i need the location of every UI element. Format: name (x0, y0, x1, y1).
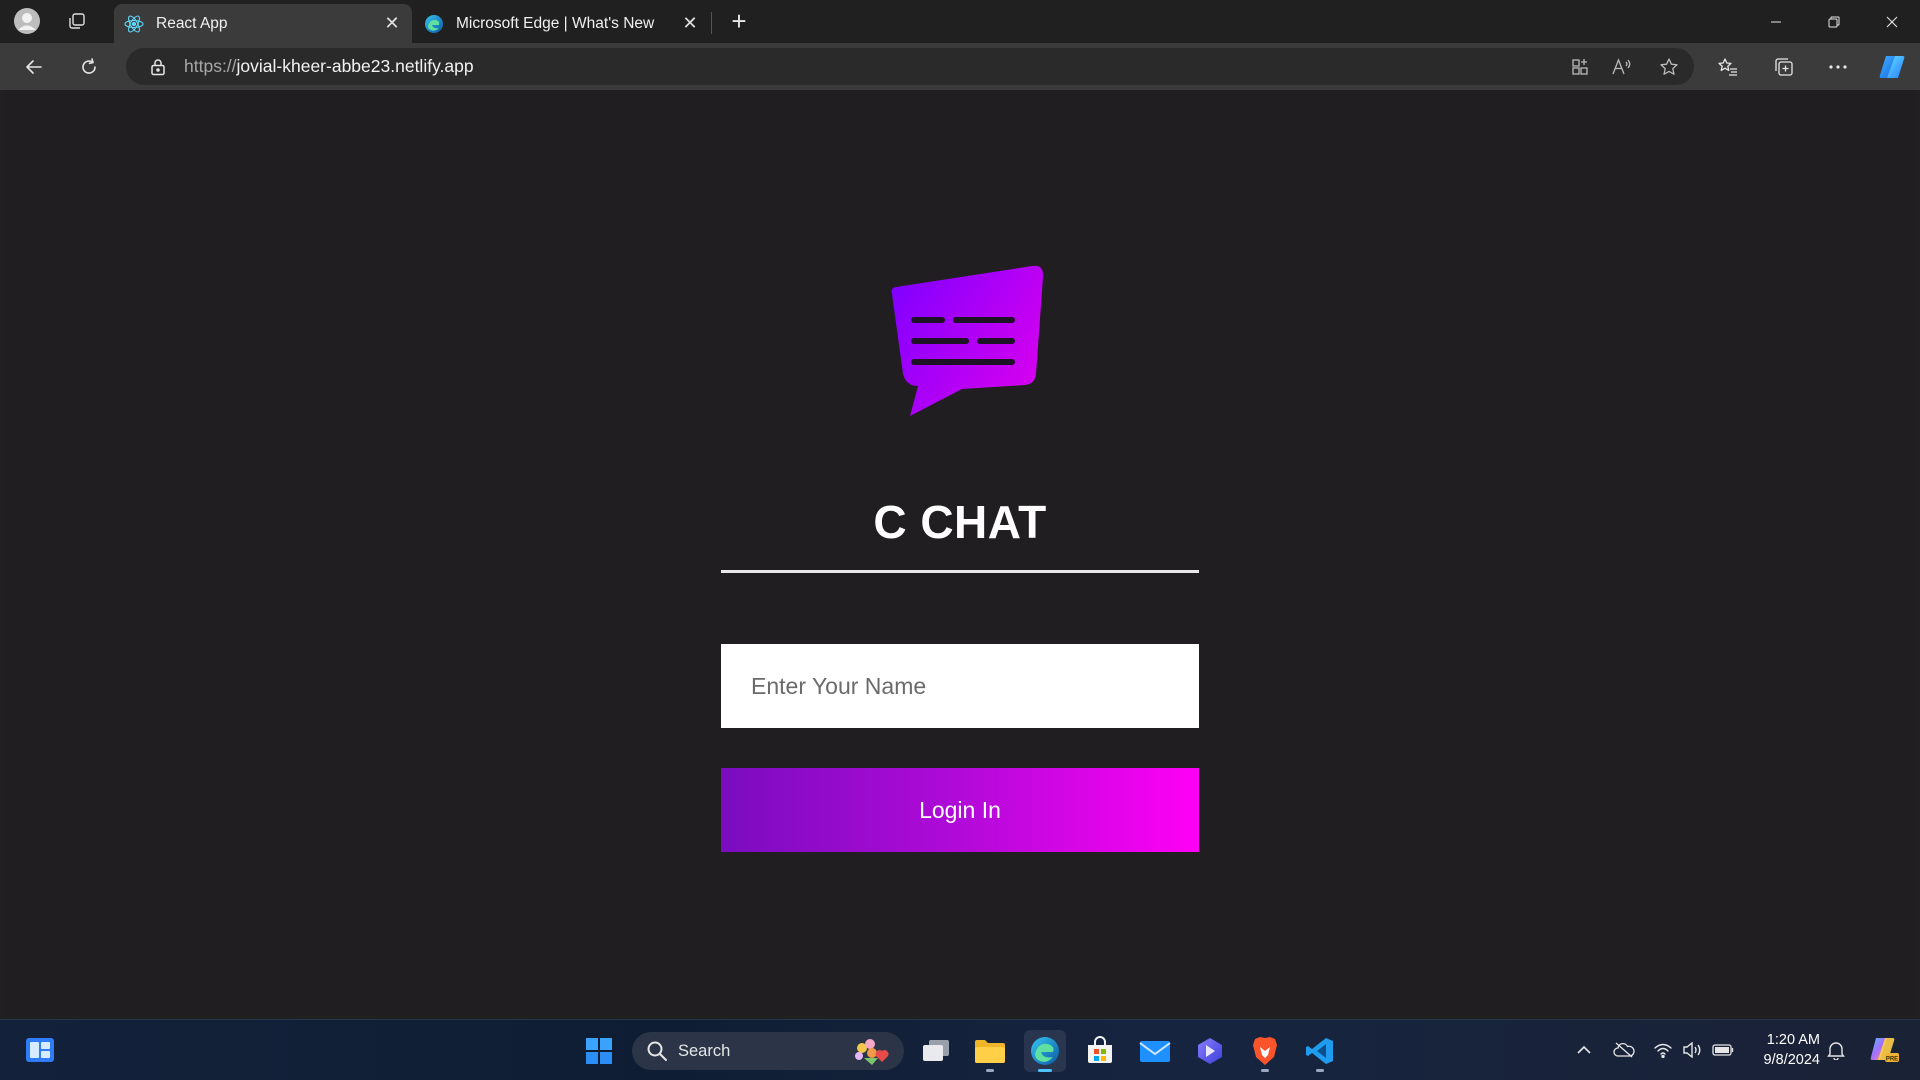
windows-taskbar: Search 1:20 AM 9/8/2024 PRE (0, 1019, 1920, 1080)
taskbar-search[interactable]: Search (632, 1032, 904, 1070)
tab-label: Microsoft Edge | What's New (456, 14, 655, 32)
microsoft-store-icon[interactable] (1079, 1030, 1121, 1072)
notification-bell-icon[interactable] (1822, 1034, 1850, 1066)
tab-react-app[interactable]: React App ✕ (114, 4, 412, 43)
close-tab-icon[interactable]: ✕ (378, 10, 406, 38)
task-view-icon[interactable] (915, 1030, 957, 1072)
onedrive-offline-icon[interactable] (1610, 1034, 1638, 1066)
tab-actions-icon[interactable] (59, 3, 95, 39)
browser-title-bar: React App ✕ Microsoft Edge | What's New … (0, 0, 1920, 43)
bouquet-icon (855, 1039, 889, 1065)
file-explorer-icon[interactable] (969, 1030, 1011, 1072)
url-text: https://jovial-kheer-abbe23.netlify.app (184, 56, 474, 76)
search-label: Search (678, 1041, 731, 1060)
favorite-star-icon[interactable] (1644, 49, 1694, 85)
volume-icon[interactable] (1678, 1034, 1706, 1066)
back-button[interactable] (16, 49, 52, 85)
widgets-icon[interactable] (24, 1034, 56, 1066)
chat-bubble-logo-icon (882, 264, 1046, 434)
react-icon (124, 14, 144, 34)
tab-edge-whats-new[interactable]: Microsoft Edge | What's New ✕ (414, 4, 710, 43)
clock-date: 9/8/2024 (1763, 1052, 1820, 1068)
lock-icon[interactable] (148, 57, 168, 77)
brave-browser-icon[interactable] (1244, 1030, 1286, 1072)
wifi-icon[interactable] (1649, 1034, 1677, 1066)
show-hidden-icons-chevron-icon[interactable] (1570, 1034, 1598, 1066)
restore-button[interactable] (1806, 0, 1862, 43)
copilot-icon[interactable] (1874, 49, 1910, 85)
address-bar[interactable]: https://jovial-kheer-abbe23.netlify.app (126, 48, 1694, 85)
edge-taskbar-icon[interactable] (1024, 1030, 1066, 1072)
close-tab-icon[interactable]: ✕ (676, 10, 704, 38)
page-viewport: C CHAT Login In (5, 90, 1915, 1015)
read-aloud-icon[interactable] (1600, 49, 1644, 85)
close-window-button[interactable] (1864, 0, 1920, 43)
login-button[interactable]: Login In (721, 768, 1199, 852)
search-icon (647, 1041, 667, 1061)
edge-icon (424, 14, 444, 34)
copilot-taskbar-icon[interactable]: PRE (1864, 1034, 1904, 1066)
title-underline (721, 570, 1199, 573)
start-button[interactable] (578, 1030, 620, 1072)
collections-icon[interactable] (1766, 49, 1802, 85)
tab-separator (711, 12, 712, 34)
clock-time: 1:20 AM (1766, 1032, 1820, 1048)
vscode-icon[interactable] (1299, 1030, 1341, 1072)
tab-label: React App (156, 14, 228, 32)
app-available-icon[interactable] (1560, 49, 1600, 85)
system-clock[interactable]: 1:20 AM 9/8/2024 (1748, 1030, 1820, 1070)
favorites-icon[interactable] (1710, 49, 1746, 85)
app-title: C CHAT (873, 496, 1047, 548)
more-options-icon[interactable] (1820, 49, 1856, 85)
name-input[interactable] (721, 644, 1199, 728)
new-tab-button[interactable]: + (722, 4, 756, 38)
mail-icon[interactable] (1134, 1030, 1176, 1072)
minimize-button[interactable] (1748, 0, 1804, 43)
svg-text:PRE: PRE (1886, 1057, 1898, 1063)
power-automate-icon[interactable] (1189, 1030, 1231, 1072)
battery-icon[interactable] (1709, 1034, 1737, 1066)
profile-icon[interactable] (9, 3, 45, 39)
refresh-button[interactable] (71, 49, 107, 85)
browser-toolbar: https://jovial-kheer-abbe23.netlify.app (0, 43, 1920, 90)
